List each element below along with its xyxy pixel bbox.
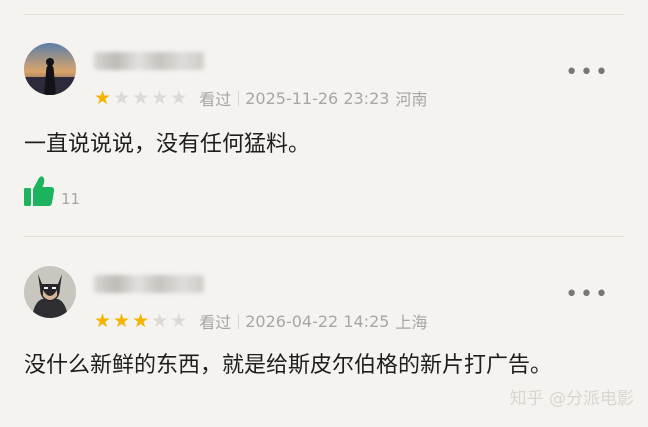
avatar[interactable] <box>24 43 76 95</box>
star-icon: ★ <box>94 309 112 332</box>
more-options-icon[interactable]: ••• <box>565 284 610 306</box>
review-text: 一直说说说，没有任何猛料。 <box>24 132 311 157</box>
star-icon: ★ <box>94 86 112 109</box>
star-icon: ★ <box>132 309 150 332</box>
review-location: 上海 <box>395 313 428 332</box>
username-blurred <box>94 275 204 293</box>
star-icon: ★ <box>113 309 131 332</box>
star-icon: ★ <box>113 86 131 109</box>
star-icon: ★ <box>151 309 169 332</box>
watch-status: 看过 <box>199 90 232 109</box>
star-icon: ★ <box>151 86 169 109</box>
top-divider <box>24 14 624 15</box>
username-blurred <box>94 52 204 70</box>
star-icon: ★ <box>132 86 150 109</box>
meta-separator <box>238 313 240 329</box>
review-meta: ★ ★ ★ ★ ★ 看过 2025-11-26 23:23 河南 <box>94 86 427 110</box>
star-icon: ★ <box>170 86 188 109</box>
review-meta: ★ ★ ★ ★ ★ 看过 2026-04-22 14:25 上海 <box>94 309 427 333</box>
more-options-icon[interactable]: ••• <box>565 62 610 84</box>
star-rating: ★ ★ ★ ★ ★ <box>94 309 189 332</box>
review-location: 河南 <box>395 90 428 109</box>
meta-separator <box>238 90 240 106</box>
watch-status: 看过 <box>199 313 232 332</box>
review-divider <box>24 236 624 237</box>
thumbs-up-icon <box>24 176 55 206</box>
watermark: 知乎 @分派电影 <box>509 389 634 409</box>
like-count: 11 <box>61 190 81 208</box>
review-datetime: 2025-11-26 23:23 <box>245 88 390 108</box>
star-rating: ★ ★ ★ ★ ★ <box>94 86 189 109</box>
avatar[interactable] <box>24 266 76 318</box>
like-button[interactable]: 11 <box>22 174 80 208</box>
star-icon: ★ <box>170 309 188 332</box>
review-text: 没什么新鲜的东西，就是给斯皮尔伯格的新片打广告。 <box>24 353 553 378</box>
review-datetime: 2026-04-22 14:25 <box>245 311 390 331</box>
